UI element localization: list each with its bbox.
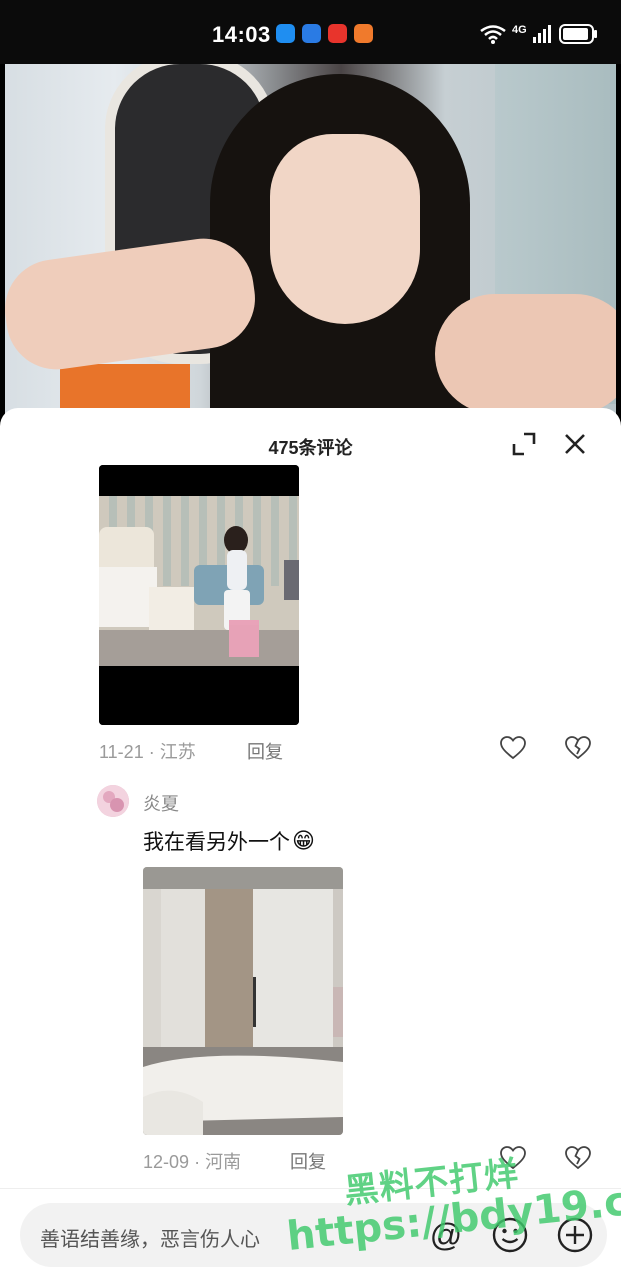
comment-input-placeholder[interactable]: 善语结善缘，恶言伤人心 (40, 1223, 260, 1252)
browser-app-icon (302, 24, 321, 43)
video-subject-face (270, 134, 420, 324)
comment-location: 江苏 (159, 742, 196, 762)
comment-image-content (99, 465, 299, 725)
network-type: 4G (512, 24, 527, 36)
comment-image[interactable] (99, 465, 299, 725)
grin-emoji-icon: 😁 (292, 828, 315, 853)
mention-button[interactable]: @ (426, 1215, 466, 1255)
comment-input-bar[interactable]: 善语结善缘，恶言伤人心 @ (20, 1203, 607, 1267)
emoji-icon[interactable] (490, 1215, 530, 1255)
avatar-image (97, 785, 129, 817)
comment-username[interactable]: 炎夏 (143, 790, 179, 816)
dislike-icon[interactable] (565, 736, 591, 760)
avatar[interactable] (97, 785, 129, 817)
reply-button[interactable]: 回复 (290, 1148, 326, 1174)
message-app-icon (276, 24, 295, 43)
video-subject-arm-right (435, 294, 616, 414)
comment-sheet: 475条评论 11-21 · 江苏 回复 炎夏 我在看另外一个 😁 12-09 … (0, 408, 621, 1280)
status-indicators: 4G (480, 24, 599, 44)
video-player[interactable] (5, 64, 616, 424)
comment-meta: 12-09 · 河南 (143, 1148, 241, 1174)
meta-separator: · (194, 1152, 206, 1172)
comment-text: 我在看另外一个 (143, 831, 290, 854)
like-icon[interactable] (500, 1146, 526, 1170)
comment-date: 11-21 (99, 742, 144, 762)
notification-icons (276, 24, 373, 43)
divider (0, 1188, 621, 1189)
dislike-icon[interactable] (565, 1146, 591, 1170)
wifi-icon (480, 25, 506, 44)
comment-body: 我在看另外一个 😁 (143, 826, 315, 856)
comment-date: 12-09 (143, 1152, 190, 1172)
comment-image-content (143, 867, 343, 1135)
comment-location: 河南 (205, 1152, 242, 1172)
meta-separator: · (148, 742, 160, 762)
expand-icon[interactable] (510, 430, 538, 458)
signal-icon (532, 25, 551, 43)
game-app-icon (354, 24, 373, 43)
reply-button[interactable]: 回复 (247, 738, 283, 764)
comment-image[interactable] (143, 867, 343, 1135)
battery-icon (558, 24, 597, 44)
status-time: 14:03 (212, 22, 271, 47)
add-icon[interactable] (555, 1215, 595, 1255)
status-bar: 14:03 4G (0, 0, 621, 64)
shopping-app-icon (328, 24, 347, 43)
comment-meta: 11-21 · 江苏 (99, 738, 196, 764)
like-icon[interactable] (500, 736, 526, 760)
close-icon[interactable] (561, 430, 589, 458)
